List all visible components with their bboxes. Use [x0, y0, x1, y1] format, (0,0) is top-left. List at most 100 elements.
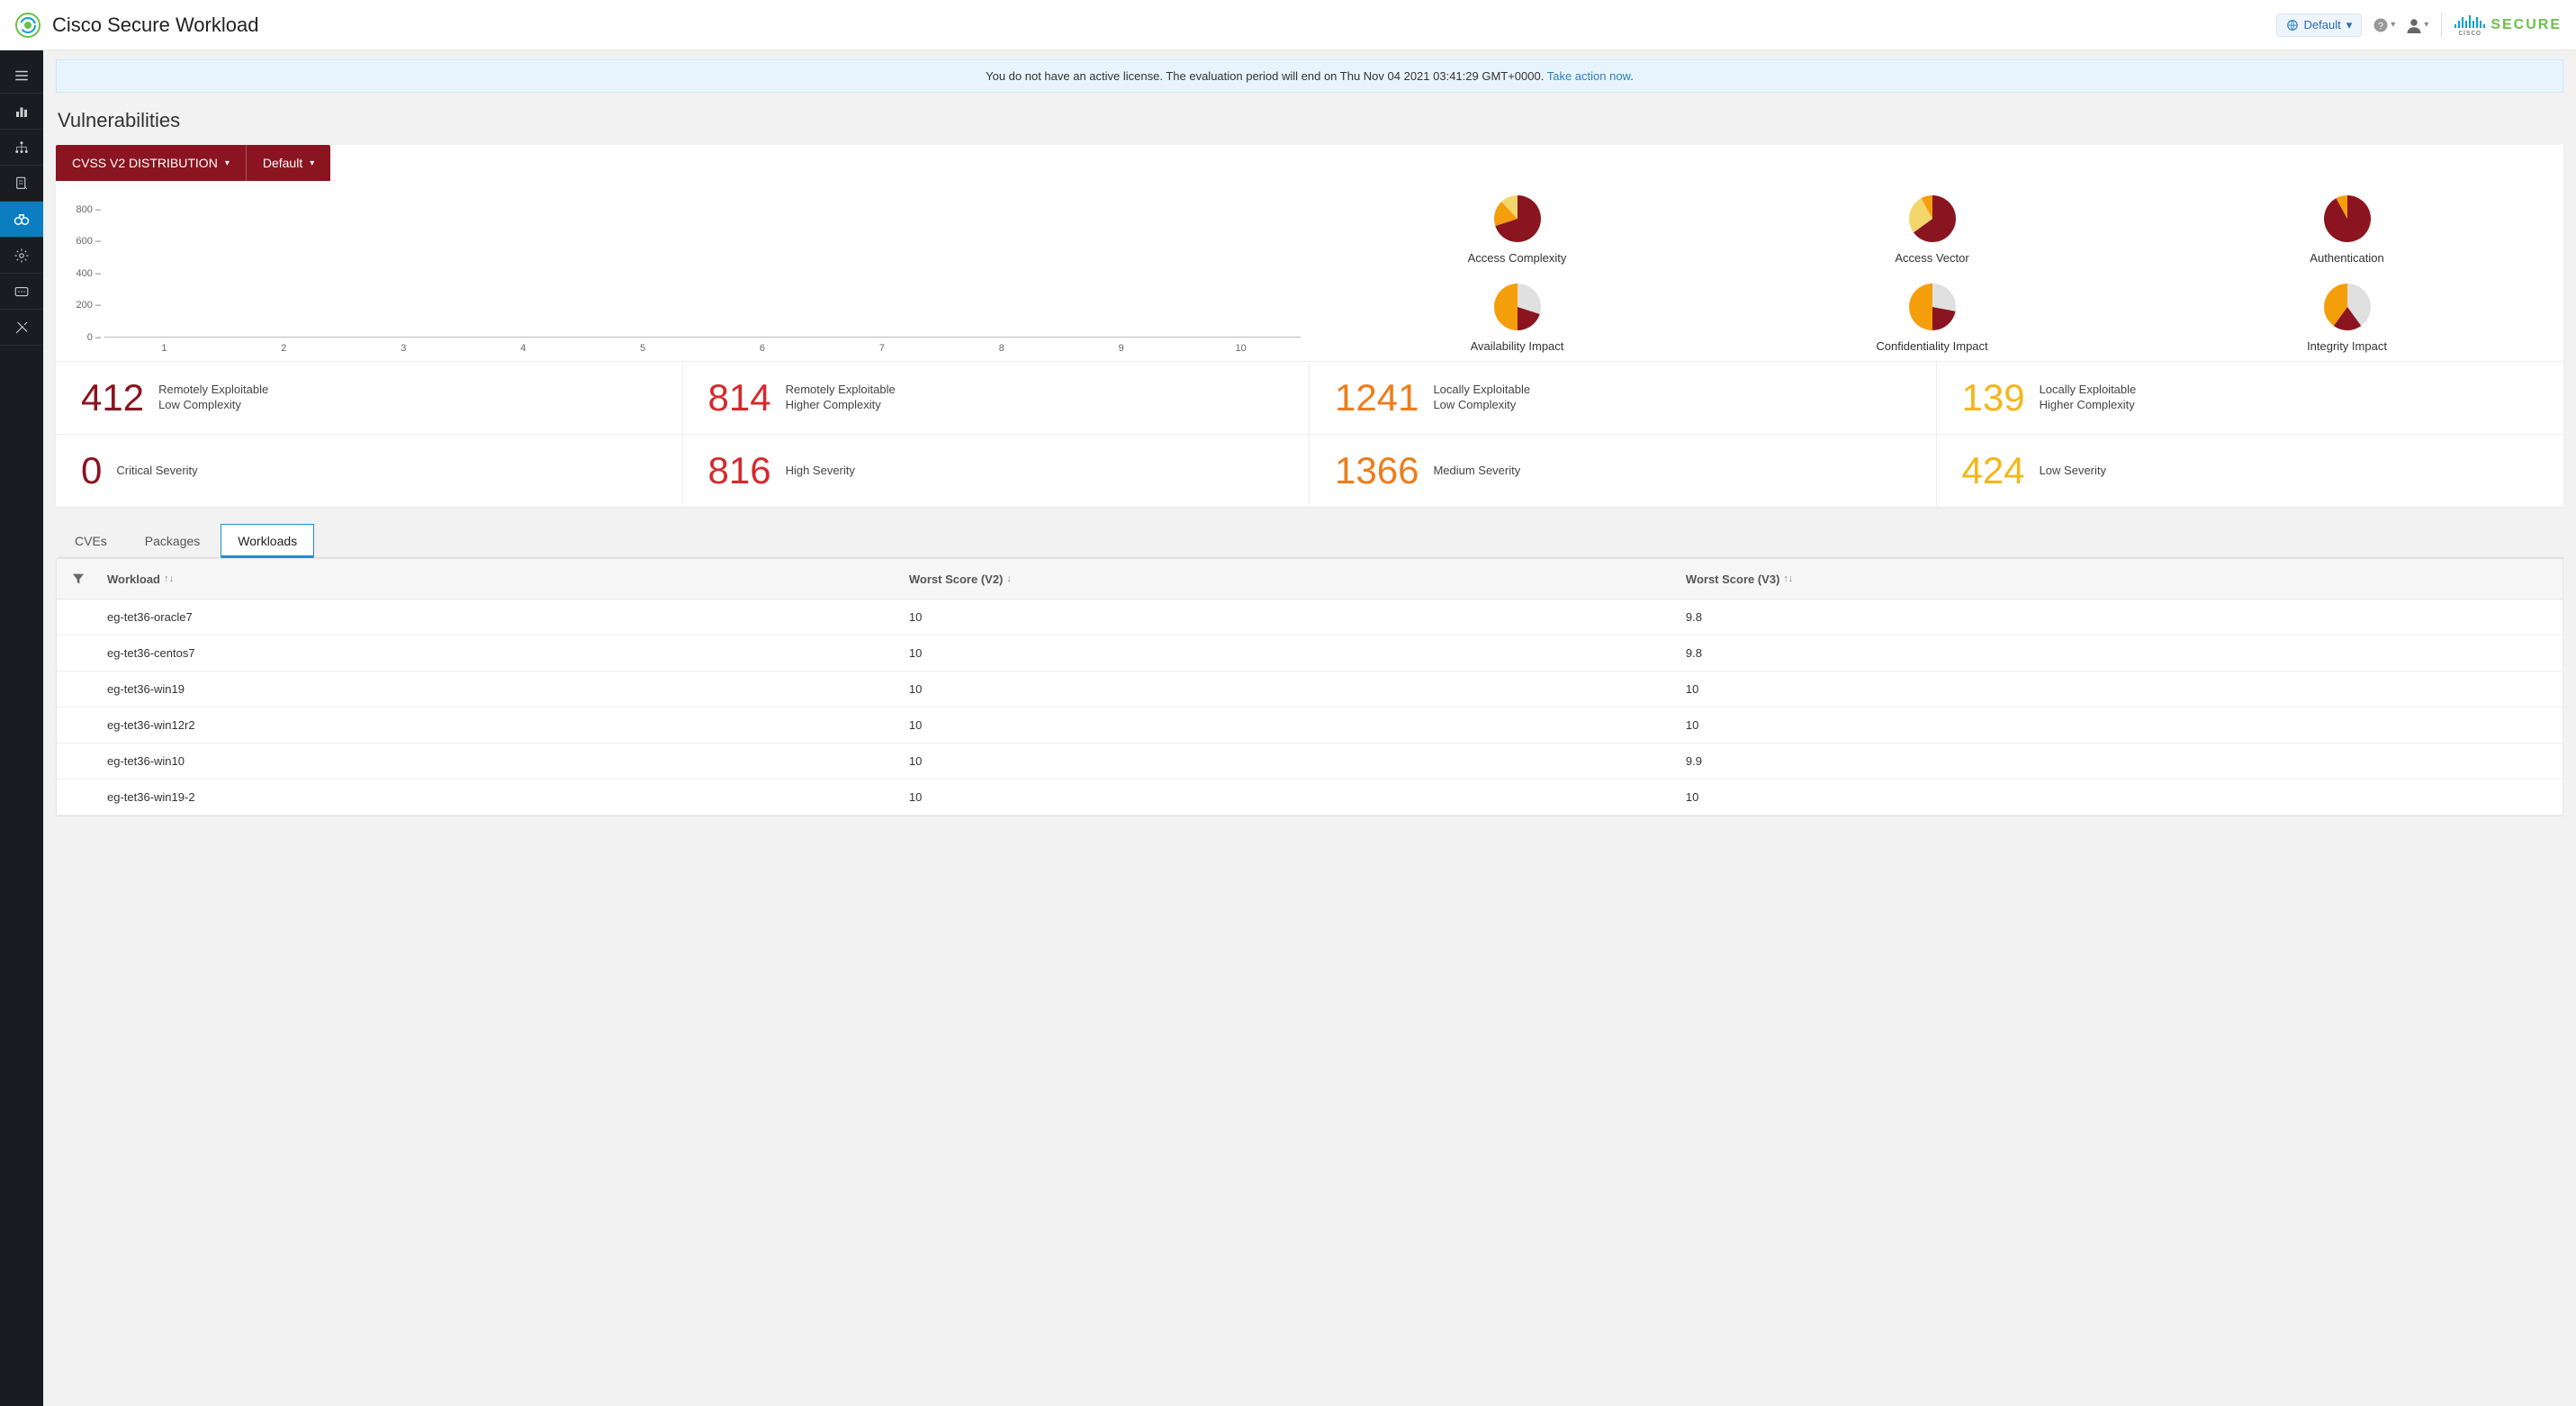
sidebar-item-topology[interactable] [0, 130, 43, 166]
table-row[interactable]: eg-tet36-win12r2 10 10 [57, 708, 2562, 744]
mini-pie[interactable]: Authentication [2139, 194, 2554, 266]
filter-icon [71, 572, 86, 586]
tab-bar: CVEs Packages Workloads [58, 523, 2563, 558]
stat-desc: Critical Severity [116, 464, 197, 479]
stat-number: 424 [1962, 449, 2025, 492]
pie-label: Authentication [2310, 251, 2383, 265]
svg-text:?: ? [2378, 20, 2383, 31]
chevron-down-icon: ▾ [2346, 18, 2353, 32]
secure-text: SECURE [2490, 17, 2562, 33]
banner-text: You do not have an active license. The e… [986, 69, 1547, 83]
cell-v3: 10 [1679, 780, 2562, 815]
x-tick: 2 [224, 338, 344, 354]
user-menu[interactable]: ▾ [2406, 17, 2428, 33]
col-header-v3[interactable]: Worst Score (V3)↑↓ [1679, 562, 2562, 597]
sidebar-item-policy[interactable] [0, 166, 43, 202]
brand-title: Cisco Secure Workload [52, 14, 258, 37]
cell-workload: eg-tet36-win19 [100, 671, 902, 707]
table-row[interactable]: eg-tet36-centos7 10 9.8 [57, 635, 2562, 671]
tab-cves[interactable]: CVEs [58, 524, 124, 558]
tab-packages[interactable]: Packages [128, 524, 217, 558]
stat-desc: Remotely ExploitableLow Complexity [158, 383, 268, 413]
top-bar: Cisco Secure Workload Default ▾ ? ▾ ▾ ci… [0, 0, 2576, 50]
cell-workload: eg-tet36-win10 [100, 744, 902, 779]
chevron-down-icon: ▾ [2391, 20, 2395, 30]
chevron-down-icon: ▾ [2424, 20, 2428, 30]
main-content: You do not have an active license. The e… [43, 50, 2576, 1406]
binoculars-icon [14, 212, 30, 228]
user-icon [2406, 17, 2422, 33]
table-row[interactable]: eg-tet36-win19-2 10 10 [57, 780, 2562, 816]
table-row[interactable]: eg-tet36-win19 10 10 [57, 671, 2562, 708]
table-header: Workload↑↓ Worst Score (V2)↓ Worst Score… [57, 559, 2562, 599]
sidebar-item-vulnerabilities[interactable] [0, 202, 43, 238]
mini-pie[interactable]: Access Complexity [1310, 194, 1725, 266]
stat-tile: 816 High Severity [683, 434, 1311, 507]
sidebar-item-dashboard[interactable] [0, 94, 43, 130]
brand-area: Cisco Secure Workload [0, 12, 258, 39]
stat-desc: Locally ExploitableHigher Complexity [2040, 383, 2137, 413]
mini-pie[interactable]: Integrity Impact [2139, 282, 2554, 354]
sort-desc-icon: ↓ [1006, 573, 1012, 584]
cell-v2: 10 [902, 780, 1679, 815]
cell-v3: 10 [1679, 671, 2562, 707]
chevron-down-icon: ▾ [310, 158, 314, 168]
stats-grid: 412 Remotely ExploitableLow Complexity81… [56, 361, 2563, 507]
table-row[interactable]: eg-tet36-oracle7 10 9.8 [57, 599, 2562, 635]
col-header-workload[interactable]: Workload↑↓ [100, 562, 902, 597]
x-tick: 4 [464, 338, 583, 354]
banner-action-link[interactable]: Take action now [1547, 69, 1631, 83]
cell-workload: eg-tet36-centos7 [100, 635, 902, 671]
y-tick: 600 – [76, 236, 101, 247]
table-row[interactable]: eg-tet36-win10 10 9.9 [57, 744, 2562, 780]
sidebar-item-reports[interactable] [0, 274, 43, 310]
workloads-table: Workload↑↓ Worst Score (V2)↓ Worst Score… [56, 558, 2563, 816]
scope-label: Default [2304, 18, 2341, 32]
scope-dropdown[interactable]: Default ▾ [247, 145, 330, 181]
x-tick: 8 [941, 338, 1061, 354]
y-tick: 400 – [76, 268, 101, 279]
tab-workloads[interactable]: Workloads [221, 524, 314, 558]
stat-tile: 412 Remotely ExploitableLow Complexity [56, 361, 683, 434]
stat-tile: 1241 Locally ExploitableLow Complexity [1310, 361, 1937, 434]
cell-workload: eg-tet36-win19-2 [100, 780, 902, 815]
scope-selector[interactable]: Default ▾ [2276, 14, 2363, 37]
stat-desc: Remotely ExploitableHigher Complexity [786, 383, 896, 413]
y-tick: 200 – [76, 300, 101, 311]
chevron-down-icon: ▾ [225, 158, 230, 168]
gear-icon [14, 248, 30, 264]
stat-number: 412 [81, 376, 144, 419]
stat-tile: 139 Locally ExploitableHigher Complexity [1937, 361, 2564, 434]
distribution-dropdown[interactable]: CVSS V2 DISTRIBUTION ▾ [56, 145, 247, 181]
x-tick: 10 [1181, 338, 1301, 354]
mini-pie[interactable]: Confidentiality Impact [1725, 282, 2139, 354]
help-icon: ? [2373, 17, 2389, 33]
distribution-card: CVSS V2 DISTRIBUTION ▾ Default ▾ 0 –200 … [56, 145, 2563, 507]
x-tick: 5 [583, 338, 703, 354]
pie-label: Access Complexity [1468, 251, 1567, 265]
x-tick: 3 [344, 338, 464, 354]
document-icon [14, 176, 30, 192]
y-tick: 800 – [76, 204, 101, 215]
mini-pie[interactable]: Availability Impact [1310, 282, 1725, 354]
cell-workload: eg-tet36-win12r2 [100, 708, 902, 743]
sidebar-item-settings[interactable] [0, 238, 43, 274]
col-header-v2[interactable]: Worst Score (V2)↓ [902, 562, 1679, 597]
sidebar-item-tools[interactable] [0, 310, 43, 346]
cell-v2: 10 [902, 599, 1679, 635]
stat-number: 1366 [1335, 449, 1419, 492]
cell-v2: 10 [902, 671, 1679, 707]
divider [2441, 13, 2442, 38]
stat-number: 814 [708, 376, 771, 419]
help-menu[interactable]: ? ▾ [2373, 17, 2395, 33]
cell-v2: 10 [902, 635, 1679, 671]
sidebar-toggle[interactable] [0, 58, 43, 94]
stat-tile: 814 Remotely ExploitableHigher Complexit… [683, 361, 1311, 434]
stat-number: 816 [708, 449, 771, 492]
scope-label: Default [263, 156, 302, 170]
filter-button[interactable] [57, 559, 100, 599]
card-icon [14, 284, 30, 300]
stat-tile: 424 Low Severity [1937, 434, 2564, 507]
mini-pie[interactable]: Access Vector [1725, 194, 2139, 266]
menu-icon [14, 68, 30, 84]
